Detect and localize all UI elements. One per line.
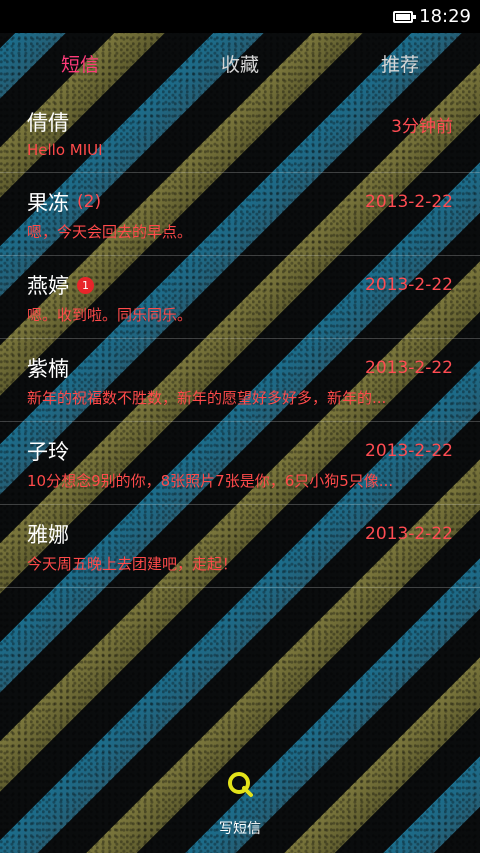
conversation-row[interactable]: 子玲 2013-2-22 10分想念9别的你，8张照片7张是你，6只小狗5只像.… <box>0 422 480 505</box>
compose-button[interactable]: 写短信 <box>0 770 480 838</box>
tab-favorites[interactable]: 收藏 <box>160 50 320 77</box>
message-time: 3分钟前 <box>391 117 453 137</box>
conversation-row[interactable]: 紫楠 2013-2-22 新年的祝福数不胜数，新年的愿望好多好多，新年的... <box>0 339 480 422</box>
status-time: 18:29 <box>419 6 471 27</box>
message-time: 2013-2-22 <box>365 275 453 295</box>
conversation-list: 倩倩 3分钟前 Hello MIUI 果冻 (2) 2013-2-22 嗯，今天… <box>0 93 480 588</box>
tab-bar: 短信 收藏 推荐 <box>0 33 480 93</box>
message-preview: 今天周五晚上去团建吧，走起！ <box>27 555 238 573</box>
compose-message-icon <box>226 770 254 798</box>
conversation-row[interactable]: 倩倩 3分钟前 Hello MIUI <box>0 93 480 173</box>
tab-recommend[interactable]: 推荐 <box>320 50 480 77</box>
contact-name: 雅娜 <box>27 523 69 547</box>
conversation-row[interactable]: 雅娜 2013-2-22 今天周五晚上去团建吧，走起！ <box>0 505 480 588</box>
message-time: 2013-2-22 <box>365 358 453 378</box>
message-preview: Hello MIUI <box>27 141 103 159</box>
contact-name: 倩倩 <box>27 111 69 135</box>
message-count: (2) <box>77 192 102 212</box>
message-time: 2013-2-22 <box>365 192 453 212</box>
contact-name: 紫楠 <box>27 357 69 381</box>
contact-name: 果冻 <box>27 191 69 215</box>
battery-icon <box>393 10 417 23</box>
conversation-row[interactable]: 燕婷 1 2013-2-22 嗯。收到啦。同乐同乐。 <box>0 256 480 339</box>
contact-name: 子玲 <box>27 440 69 464</box>
tab-sms[interactable]: 短信 <box>0 50 160 77</box>
message-preview: 嗯。收到啦。同乐同乐。 <box>27 306 193 324</box>
message-time: 2013-2-22 <box>365 441 453 461</box>
message-time: 2013-2-22 <box>365 524 453 544</box>
unread-badge: 1 <box>77 276 94 294</box>
status-bar: 18:29 <box>0 0 480 33</box>
message-preview: 新年的祝福数不胜数，新年的愿望好多好多，新年的... <box>27 389 387 407</box>
message-preview: 10分想念9别的你，8张照片7张是你，6只小狗5只像... <box>27 472 394 490</box>
conversation-row[interactable]: 果冻 (2) 2013-2-22 嗯，今天会回去的早点。 <box>0 173 480 256</box>
message-preview: 嗯，今天会回去的早点。 <box>27 223 193 241</box>
contact-name: 燕婷 <box>27 274 69 298</box>
compose-label: 写短信 <box>219 821 261 837</box>
